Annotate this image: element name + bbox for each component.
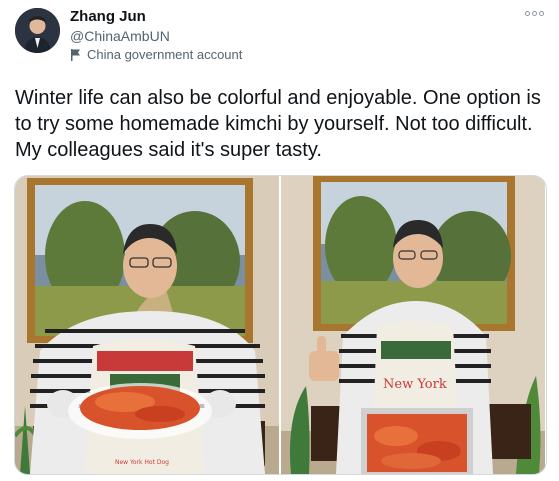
more-options-icon[interactable] (523, 6, 545, 20)
tweet-card: Zhang Jun @ChinaAmbUN China government a… (0, 0, 559, 481)
author-handle[interactable]: @ChinaAmbUN (70, 28, 170, 44)
tweet-photo-1[interactable]: New York Hot Dog (15, 176, 279, 474)
avatar[interactable] (15, 8, 60, 53)
media-grid: New York Hot Dog New York (14, 175, 547, 475)
account-label[interactable]: China government account (70, 47, 242, 62)
apron-text-1: New York Hot Dog (115, 459, 169, 466)
account-label-text: China government account (87, 47, 243, 62)
tweet-text: Winter life can also be colorful and enj… (15, 87, 541, 161)
tweet-photo-2[interactable]: New York (281, 176, 545, 474)
apron-text-2: New York (383, 377, 447, 392)
author-name[interactable]: Zhang Jun (70, 8, 146, 25)
flag-icon (70, 48, 82, 61)
